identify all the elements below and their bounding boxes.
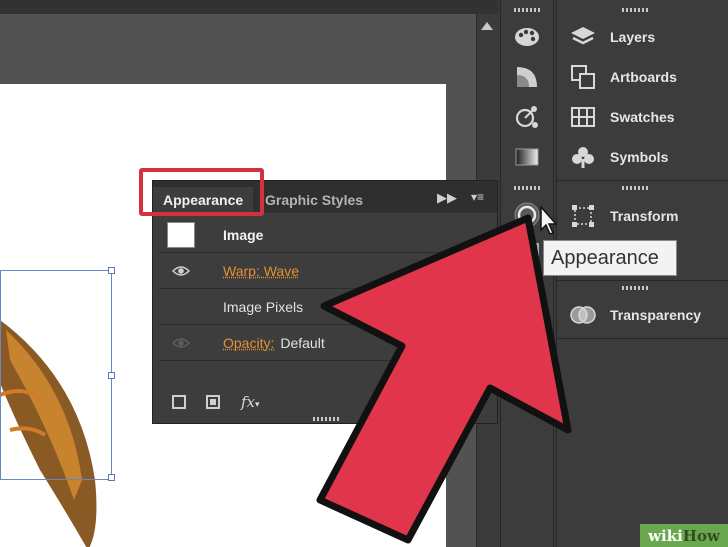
add-stroke-icon[interactable] (171, 394, 187, 410)
visibility-eye-icon[interactable] (159, 325, 203, 361)
wikihow-logo: wiki How (640, 524, 728, 547)
image-pixels-label: Image Pixels (223, 298, 304, 315)
panel-item-label: Symbols (610, 149, 669, 165)
panel-divider (556, 180, 728, 181)
panel-item-label: Transform (610, 208, 679, 224)
selection-handle[interactable] (108, 267, 115, 274)
dock-grip-icon[interactable] (622, 186, 648, 190)
panel-item-label: Artboards (610, 69, 677, 85)
dock-grip-icon[interactable] (514, 8, 540, 12)
panel-item-layers[interactable]: Layers (556, 17, 728, 57)
dock-grip-icon[interactable] (514, 186, 540, 190)
scroll-up-arrow-icon[interactable] (481, 22, 493, 30)
dock-grip-icon[interactable] (622, 286, 648, 290)
visibility-eye-icon[interactable] (159, 253, 203, 289)
symbols-icon (570, 144, 596, 170)
color-guide-icon[interactable] (512, 62, 542, 92)
tooltip: Appearance (543, 240, 677, 276)
effect-link[interactable]: Warp: Wave (223, 263, 299, 279)
panel-divider (556, 338, 728, 339)
object-type-label: Image (223, 226, 264, 243)
add-effect-fx-button[interactable]: fx▾ (241, 393, 260, 411)
panel-item-swatches[interactable]: Swatches (556, 97, 728, 137)
panel-item-label: Layers (610, 29, 656, 45)
panel-menu-icon[interactable]: ▾≡ (471, 190, 484, 204)
panel-item-symbols[interactable]: Symbols (556, 137, 728, 177)
panel-item-transparency[interactable]: Transparency (556, 295, 728, 335)
panel-item-label: Transparency (610, 307, 702, 323)
pointer-arrow-graphic (316, 214, 572, 544)
canvas-top-strip (0, 0, 498, 14)
graphic-styles-icon[interactable] (512, 102, 542, 132)
color-palette-icon[interactable] (512, 22, 542, 52)
selection-handle[interactable] (108, 372, 115, 379)
gradient-icon[interactable] (512, 142, 542, 172)
layers-icon (570, 24, 596, 50)
panel-item-label: Swatches (610, 109, 675, 125)
swatches-icon (570, 104, 596, 130)
mouse-cursor-icon (540, 206, 558, 235)
selection-handle[interactable] (108, 474, 115, 481)
highlight-box (139, 168, 264, 216)
artboards-icon (570, 64, 596, 90)
object-thumbnail (159, 217, 203, 253)
add-fill-icon[interactable] (205, 394, 221, 410)
panel-divider (556, 280, 728, 281)
collapse-panel-icon[interactable]: ▶▶ (437, 190, 457, 206)
panel-item-artboards[interactable]: Artboards (556, 57, 728, 97)
panel-item-transform[interactable]: Transform (556, 196, 728, 236)
opacity-link[interactable]: Opacity: (223, 335, 274, 351)
dock-grip-icon[interactable] (622, 8, 648, 12)
selection-bounding-box[interactable] (0, 270, 112, 480)
